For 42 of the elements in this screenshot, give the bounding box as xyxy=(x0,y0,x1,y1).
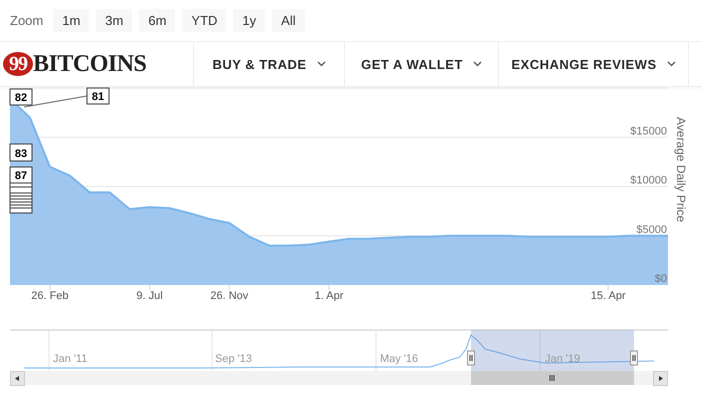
zoom-button[interactable]: 1y xyxy=(233,9,266,32)
caret-icon xyxy=(472,61,482,67)
annotation: 81 xyxy=(92,91,104,103)
annotation-flag: 82 xyxy=(10,88,32,106)
zoom-button[interactable]: 6m xyxy=(139,9,176,32)
zoom-label: Zoom xyxy=(10,13,44,28)
x-axis-label: 15. Apr xyxy=(590,290,626,301)
caret-icon xyxy=(316,61,326,67)
range-handle[interactable] xyxy=(467,350,475,366)
x-axis-label: 26. Feb xyxy=(31,290,69,301)
x-axis-label: 9. Jul xyxy=(136,290,163,301)
annotation: 83 xyxy=(14,148,28,160)
annotation: 82 xyxy=(14,92,28,104)
nav-menu-item[interactable]: BUY & TRADE xyxy=(194,42,345,86)
x-axis-label: 1. Apr xyxy=(314,290,344,301)
zoom-button[interactable]: All xyxy=(272,9,305,32)
zoom-button[interactable]: YTD xyxy=(182,9,226,32)
zoom-button[interactable]: 1m xyxy=(53,9,90,32)
scrollbar-thumb[interactable] xyxy=(471,371,634,385)
zoom-button[interactable]: 3m xyxy=(96,9,132,32)
annotation: 87 xyxy=(14,170,28,182)
navigator-label: Jan '19 xyxy=(545,353,580,365)
scroll-left-button[interactable] xyxy=(10,371,25,386)
nav-menu-item[interactable]: GET A WALLET xyxy=(345,42,499,86)
range-handle[interactable] xyxy=(630,350,638,366)
annotation-flag: 87 xyxy=(10,166,32,184)
logo[interactable]: 99 BITCOINS xyxy=(0,42,194,86)
flag-stack-drawing xyxy=(10,182,32,214)
y-axis-label: $10000 xyxy=(630,174,667,186)
navigator-label: Jan '11 xyxy=(53,353,88,365)
y-axis-label: $15000 xyxy=(630,125,667,138)
annotation-flag: 83 xyxy=(10,144,32,162)
caret-icon xyxy=(666,61,676,67)
x-axis-label: 26. Nov xyxy=(210,290,248,301)
navigator-label: May '16 xyxy=(380,353,418,365)
navigator-label: Sep '13 xyxy=(215,353,252,365)
y-axis-label: $0 xyxy=(654,273,667,285)
nav-menu-item[interactable]: EXCHANGE REVIEWS xyxy=(499,42,689,86)
y-axis-title: Average Daily Price xyxy=(674,117,688,222)
y-axis-label: $5000 xyxy=(636,224,667,236)
scroll-right-button[interactable] xyxy=(653,371,668,386)
annotation-flag: 81 xyxy=(86,88,110,104)
